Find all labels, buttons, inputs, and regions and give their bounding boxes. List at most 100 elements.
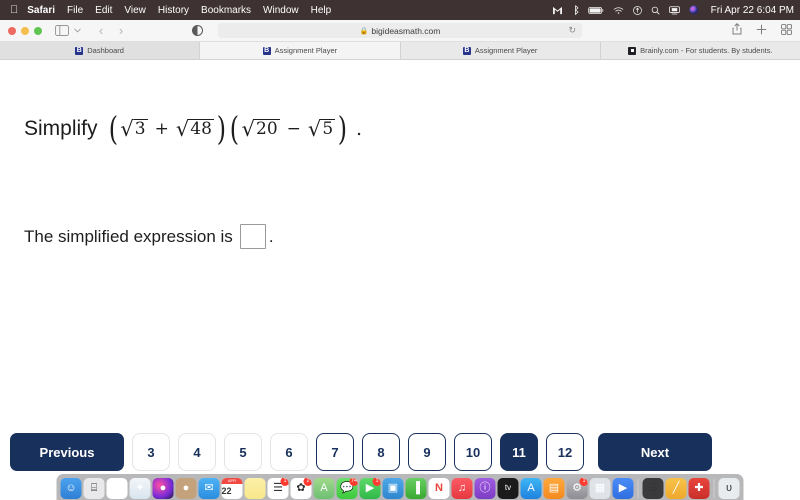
zoom-app-icon[interactable]: ▶ xyxy=(612,477,634,499)
app-store-icon[interactable]: A xyxy=(520,477,542,499)
page-button-11[interactable]: 11 xyxy=(500,433,538,471)
zoom-button[interactable] xyxy=(34,26,42,35)
new-tab-icon[interactable] xyxy=(756,22,767,40)
next-button[interactable]: Next xyxy=(598,433,712,471)
maps-icon-glyph: A xyxy=(320,481,328,494)
messages-icon[interactable]: 💬 74 xyxy=(336,477,358,499)
safari-icon-glyph: ✦ xyxy=(135,481,145,494)
tab-assignment-player-active[interactable]: B Assignment Player xyxy=(200,42,401,59)
calendar-icon[interactable]: APR 22 xyxy=(221,477,243,499)
apple-menu-icon[interactable]:  xyxy=(10,4,18,16)
gmail-icon[interactable] xyxy=(552,6,563,15)
radical-glyph: √ xyxy=(241,116,256,141)
maps-icon[interactable]: A xyxy=(313,477,335,499)
page-button-12[interactable]: 12 xyxy=(546,433,584,471)
spotlight-search-icon[interactable] xyxy=(651,6,660,15)
menu-item-file[interactable]: File xyxy=(67,5,83,16)
page-button-10[interactable]: 10 xyxy=(454,433,492,471)
music-icon-glyph: ♫ xyxy=(457,481,467,494)
apple-tv-icon[interactable]: tv xyxy=(497,477,519,499)
address-bar-container: 🔒 bigideasmath.com ↻ xyxy=(218,23,582,38)
books-icon[interactable]: ▤ xyxy=(543,477,565,499)
books-icon-glyph: ▤ xyxy=(548,481,560,494)
safari-window: ‹ › 🔒 bigideasmath.com ↻ B Dashboard B A… xyxy=(0,20,800,480)
back-button[interactable]: ‹ xyxy=(93,23,109,38)
macos-dock: ☺ ⌸ ◉ ✦ ● ● ✉ APR 22 ☰ 1 ✿ 2 A 💬 74 ▶ 1 ▣ ▐ N ♫ ⓘ tv A ▤ ⚙ 1 ▦ ▶ ⌸ ╱ ✚ ᴜ xyxy=(56,474,744,500)
siri-icon[interactable]: ● xyxy=(152,477,174,499)
menu-item-bookmarks[interactable]: Bookmarks xyxy=(201,5,251,16)
tab-title: Assignment Player xyxy=(474,46,538,55)
screen-mirroring-icon[interactable] xyxy=(668,5,680,15)
page-button-3[interactable]: 3 xyxy=(132,433,170,471)
previous-button[interactable]: Previous xyxy=(10,433,124,471)
bluetooth-icon[interactable] xyxy=(572,5,579,15)
menu-item-safari[interactable]: Safari xyxy=(27,5,55,16)
podcasts-icon[interactable]: ⓘ xyxy=(474,477,496,499)
page-button-9[interactable]: 9 xyxy=(408,433,446,471)
text-edit-icon[interactable]: ╱ xyxy=(665,477,687,499)
calculator-icon[interactable]: ⌸ xyxy=(642,477,664,499)
menu-item-window[interactable]: Window xyxy=(263,5,299,16)
share-icon[interactable] xyxy=(732,22,742,40)
reader-view-icon[interactable] xyxy=(192,25,203,36)
tab-assignment-player-2[interactable]: B Assignment Player xyxy=(400,42,601,59)
radicand-20: 20 xyxy=(255,118,280,139)
calculator-icon-glyph: ⌸ xyxy=(649,481,657,494)
notes-icon[interactable] xyxy=(244,477,266,499)
tab-dashboard[interactable]: B Dashboard xyxy=(0,42,201,59)
trash-icon-glyph: ᴜ xyxy=(725,481,732,494)
keynote-icon[interactable]: ▣ xyxy=(382,477,404,499)
dock-badge: 1 xyxy=(579,477,588,486)
lock-icon: 🔒 xyxy=(359,27,369,35)
siri-icon[interactable] xyxy=(689,5,699,15)
close-paren-2: ) xyxy=(337,109,348,148)
screenshot-app-icon[interactable]: ▦ xyxy=(589,477,611,499)
forward-button[interactable]: › xyxy=(113,23,129,38)
menu-item-history[interactable]: History xyxy=(158,5,189,16)
system-preferences-icon[interactable]: ⚙ 1 xyxy=(566,477,588,499)
mail-icon[interactable]: ✉ xyxy=(198,477,220,499)
photos-icon[interactable]: ✿ 2 xyxy=(290,477,312,499)
music-icon[interactable]: ♫ xyxy=(451,477,473,499)
page-button-8[interactable]: 8 xyxy=(362,433,400,471)
radical-glyph: √ xyxy=(120,116,134,141)
podcasts-icon-glyph: ⓘ xyxy=(479,481,491,494)
menu-bar-clock[interactable]: Fri Apr 22 6:04 PM xyxy=(711,5,794,16)
assignment-navigation-bar: Previous 3 4 5 6 7 8 9 10 11 12 Next xyxy=(0,424,800,480)
menu-item-edit[interactable]: Edit xyxy=(95,5,112,16)
reload-icon[interactable]: ↻ xyxy=(568,25,576,36)
sidebar-toggle-icon[interactable] xyxy=(54,24,70,37)
safari-icon[interactable]: ✦ xyxy=(129,477,151,499)
tab-overview-icon[interactable] xyxy=(781,22,792,40)
first-aid-app-icon[interactable]: ✚ xyxy=(688,477,710,499)
contacts-icon[interactable]: ● xyxy=(175,477,197,499)
address-bar[interactable]: 🔒 bigideasmath.com ↻ xyxy=(218,23,582,38)
trash-icon[interactable]: ᴜ xyxy=(718,477,740,499)
bigideasmath-b-icon: B xyxy=(262,46,271,55)
minimize-button[interactable] xyxy=(21,26,29,35)
wifi-icon[interactable] xyxy=(613,6,624,15)
menu-item-help[interactable]: Help xyxy=(311,5,332,16)
question-period: . xyxy=(356,118,363,141)
battery-icon[interactable] xyxy=(587,6,604,15)
chrome-icon[interactable]: ◉ xyxy=(106,477,128,499)
tab-brainly[interactable]: Brainly.com - For students. By students. xyxy=(600,42,800,59)
radical-glyph: √ xyxy=(175,116,190,141)
numbers-icon[interactable]: ▐ xyxy=(405,477,427,499)
launchpad-icon[interactable]: ⌸ xyxy=(83,477,105,499)
reminders-icon[interactable]: ☰ 1 xyxy=(267,477,289,499)
control-center-icon[interactable] xyxy=(632,5,642,15)
page-button-4[interactable]: 4 xyxy=(178,433,216,471)
menu-item-view[interactable]: View xyxy=(124,5,146,16)
news-icon[interactable]: N xyxy=(428,477,450,499)
sidebar-chevron-down-icon[interactable] xyxy=(74,28,81,33)
page-button-5[interactable]: 5 xyxy=(224,433,262,471)
page-button-6[interactable]: 6 xyxy=(270,433,308,471)
close-button[interactable] xyxy=(8,26,16,35)
facetime-icon[interactable]: ▶ 1 xyxy=(359,477,381,499)
page-button-7[interactable]: 7 xyxy=(316,433,354,471)
radicand-48: 48 xyxy=(189,118,214,139)
answer-line: The simplified expression is . xyxy=(24,224,274,249)
answer-input[interactable] xyxy=(239,224,266,249)
finder-icon[interactable]: ☺ xyxy=(60,477,82,499)
